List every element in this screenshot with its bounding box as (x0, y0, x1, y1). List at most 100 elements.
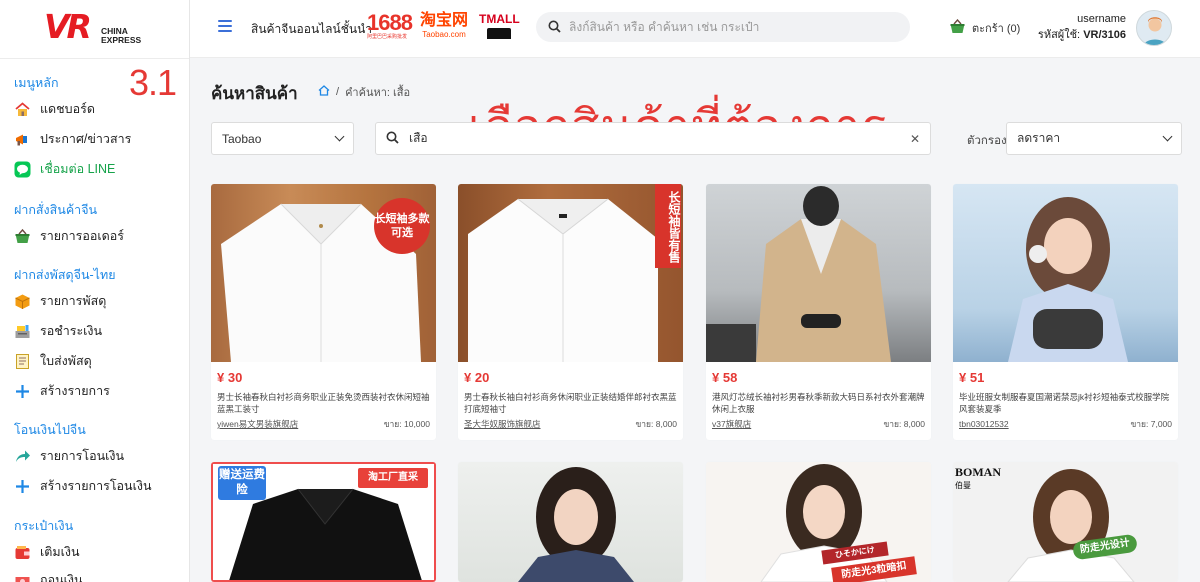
sidebar-item-label: ประกาศ/ข่าวสาร (40, 132, 132, 146)
cash-register-icon (14, 323, 31, 340)
tmall-cat-icon (487, 28, 512, 39)
product-name[interactable]: 男士春秋长袖白衬衫商务休闲职业正装结婚伴郎衬衣黑蓝打底短袖寸 (464, 391, 677, 415)
product-image[interactable]: BOMAN 伯曼 防走光设计 (953, 462, 1178, 582)
product-card[interactable]: 长短袖多款可选 ¥ 30 男士长袖春秋白衬衫商务职业正装免烫西装衬衣休闲短袖蓝黑… (211, 184, 436, 440)
keyword-input[interactable] (409, 131, 899, 146)
menu-section-wallet: กระเป๋าเงิน (14, 519, 74, 533)
product-image[interactable]: 长短袖皆有售 (458, 184, 683, 362)
sidebar-item-transfers[interactable]: รายการโอนเงิน (14, 446, 124, 466)
sidebar-item-orders[interactable]: รายการออเดอร์ (14, 226, 124, 246)
sidebar-item-shipping-note[interactable]: ใบส่งพัสดุ (14, 351, 92, 371)
sidebar-item-create-transfer[interactable]: สร้างรายการโอนเงิน (14, 476, 152, 496)
shopping-basket-icon (949, 18, 966, 37)
breadcrumb-separator: / (336, 86, 340, 98)
logo-mark: VR (44, 7, 92, 46)
header-search-input[interactable] (569, 20, 889, 34)
sold-count: ขาย: 8,000 (883, 419, 925, 429)
product-name[interactable]: 毕业班服女制服春夏国潮诺禁忌jk衬衫短袖泰式校服学院风套装夏季 (959, 391, 1172, 415)
filter-label: ตัวกรอง (967, 135, 1007, 147)
product-card[interactable]: 长短袖皆有售 ¥ 20 男士春秋长袖白衬衫商务休闲职业正装结婚伴郎衬衣黑蓝打底短… (458, 184, 683, 440)
sidebar-item-topup[interactable]: เติมเงิน (14, 542, 80, 562)
menu-section-main: เมนูหลัก (14, 76, 59, 90)
vr-china-express-logo[interactable]: VR CHINA EXPRESS (44, 8, 164, 48)
sort-select-value: ลดราคา (1017, 131, 1061, 145)
chevron-down-icon (1162, 131, 1173, 142)
sidebar-item-parcels[interactable]: รายการพัสดุ (14, 291, 106, 311)
shop-link[interactable]: 圣大华奴服饰旗舰店 (464, 419, 541, 430)
sidebar-item-label: เติมเงิน (40, 545, 80, 559)
plus-icon (14, 478, 31, 495)
product-price: ¥ 51 (959, 370, 985, 385)
user-info[interactable]: username รหัสผู้ใช้: VR/3106 (1038, 12, 1126, 43)
product-name[interactable]: 男士长袖春秋白衬衫商务职业正装免烫西装衬衣休闲短袖蓝黑工装寸 (217, 391, 430, 415)
avatar[interactable] (1136, 10, 1172, 46)
chevron-down-icon (334, 131, 345, 142)
brand-tmall-logo[interactable]: TMALL (479, 12, 520, 39)
logo-text: CHINA EXPRESS (101, 26, 142, 45)
product-card[interactable]: 赠送运费险 淘工厂直采 (211, 462, 436, 582)
sort-select[interactable]: ลดราคา (1006, 122, 1182, 155)
sold-count: ขาย: 10,000 (383, 419, 430, 429)
product-card[interactable]: ¥ 51 毕业班服女制服春夏国潮诺禁忌jk衬衫短袖泰式校服学院风套装夏季 tbn… (953, 184, 1178, 440)
sidebar-item-label: แดชบอร์ด (40, 102, 95, 116)
home-icon[interactable] (318, 85, 330, 99)
keyword-search-box[interactable]: ✕ (375, 122, 931, 155)
sidebar-item-label: รอชำระเงิน (40, 324, 103, 338)
sidebar-item-label: สร้างรายการโอนเงิน (40, 479, 152, 493)
sidebar-item-label: สร้างรายการ (40, 384, 110, 398)
product-image[interactable]: ひそかにけ 防走光3粒暗扣 (706, 462, 931, 582)
product-image[interactable] (458, 462, 683, 582)
sidebar-item-dashboard[interactable]: แดชบอร์ด (14, 99, 95, 119)
hamburger-icon[interactable] (218, 20, 232, 32)
search-icon (548, 18, 561, 37)
shop-link[interactable]: v37旗舰店 (712, 419, 751, 430)
product-card[interactable]: BOMAN 伯曼 防走光设计 (953, 462, 1178, 582)
share-arrow-icon (14, 448, 31, 465)
header-search-bar[interactable] (536, 12, 910, 42)
plus-icon (14, 383, 31, 400)
brand-1688-logo[interactable]: 1688 阿里巴巴采购批发 (367, 12, 413, 41)
header-tagline: สินค้าจีนออนไลน์ชั้นนำ (251, 22, 373, 36)
user-code: รหัสผู้ใช้: VR/3106 (1037, 29, 1126, 41)
sidebar-item-news[interactable]: ประกาศ/ข่าวสาร (14, 129, 131, 149)
package-icon (14, 293, 31, 310)
product-image[interactable]: 长短袖多款可选 (211, 184, 436, 362)
shop-link[interactable]: yiwen易文男装旗舰店 (217, 419, 298, 430)
product-info: ¥ 30 男士长袖春秋白衬衫商务职业正装免烫西装衬衣休闲短袖蓝黑工装寸 yiwe… (211, 362, 436, 436)
shop-link[interactable]: tbn03012532 (959, 419, 1009, 430)
brand-taobao-logo[interactable]: 淘宝网 Taobao.com (420, 12, 468, 39)
cart-button[interactable]: ตะกร้า (0) (949, 18, 1020, 37)
sidebar-item-label: รายการโอนเงิน (40, 449, 125, 463)
product-price: ¥ 20 (464, 370, 490, 385)
product-card[interactable]: ひそかにけ 防走光3粒暗扣 (706, 462, 931, 582)
step-label: 3.1 (129, 62, 177, 103)
menu-section-shipping: ฝากส่งพัสดุจีน-ไทย (14, 268, 116, 282)
sidebar-item-label: เชื่อมต่อ LINE (40, 162, 116, 176)
menu-section-china-order: ฝากสั่งสินค้าจีน (14, 203, 98, 217)
megaphone-icon (14, 131, 31, 148)
sidebar-divider (0, 58, 189, 59)
sidebar-item-awaiting-payment[interactable]: รอชำระเงิน (14, 321, 102, 341)
product-image[interactable] (706, 184, 931, 362)
menu-section-transfer: โอนเงินไปจีน (14, 423, 86, 437)
clear-icon[interactable]: ✕ (910, 132, 920, 146)
sidebar-item-line[interactable]: เชื่อมต่อ LINE (14, 159, 115, 179)
sidebar-item-create-parcel[interactable]: สร้างรายการ (14, 381, 110, 401)
sold-count: ขาย: 8,000 (635, 419, 677, 429)
image-badge: 长短袖多款可选 (374, 198, 430, 254)
product-image[interactable]: 赠送运费险 淘工厂直采 (211, 462, 436, 582)
product-info: ¥ 20 男士春秋长袖白衬衫商务休闲职业正装结婚伴郎衬衣黑蓝打底短袖寸 圣大华奴… (458, 362, 683, 436)
sidebar-item-label: รายการออเดอร์ (40, 229, 124, 243)
product-card[interactable]: ¥ 58 港风灯芯绒长袖衬衫男春秋季新款大码日系衬衣外套潮牌休闲上衣服 v37旗… (706, 184, 931, 440)
wallet-icon (14, 544, 31, 561)
product-image[interactable] (953, 184, 1178, 362)
product-card[interactable] (458, 462, 683, 582)
sidebar-item-withdraw[interactable]: ถอนเงิน (14, 570, 83, 582)
search-icon (386, 129, 399, 148)
house-icon (14, 101, 31, 118)
page-title: ค้นหาสินค้า (211, 84, 298, 103)
source-select[interactable]: Taobao (211, 122, 354, 155)
product-price: ¥ 58 (712, 370, 738, 385)
image-badge: 赠送运费险 (218, 466, 266, 500)
product-name[interactable]: 港风灯芯绒长袖衬衫男春秋季新款大码日系衬衣外套潮牌休闲上衣服 (712, 391, 925, 415)
